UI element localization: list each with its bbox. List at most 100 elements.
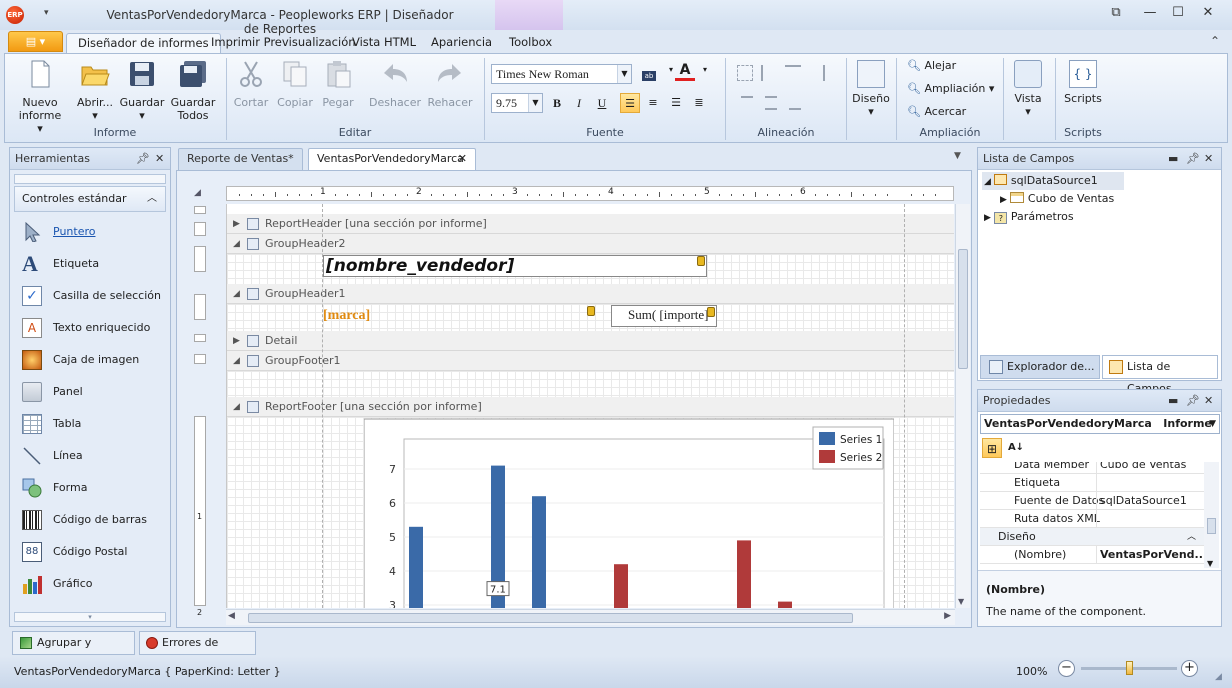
undo-button[interactable]: Deshacer [369,57,421,109]
cut-button[interactable]: Cortar [231,57,271,109]
prop-row-fuente-datos[interactable]: Fuente de Datos sqlDataSource1 [980,492,1204,510]
vista-button[interactable]: Vista ▾ [1008,57,1048,118]
tool-codigo-postal[interactable]: 88 Código Postal [10,536,170,568]
chevron-down-icon[interactable]: ▼ [617,65,631,83]
pin-icon[interactable]: 📌︎ [1186,394,1200,407]
align-right-button[interactable]: ☰ [666,93,686,113]
close-icon[interactable]: ✕ [1204,152,1213,165]
properties-scroll-thumb[interactable] [1207,518,1216,534]
tool-panel[interactable]: Panel [10,376,170,408]
tool-caja-imagen[interactable]: Caja de imagen [10,344,170,376]
expand-icon[interactable]: ▶ [233,331,240,351]
band-report-footer[interactable]: ◢ ReportFooter [una sección por informe] [227,397,954,417]
maximize-button[interactable]: ☐ [1166,5,1190,23]
horizontal-scroll-thumb[interactable] [248,613,853,623]
prop-row-nombre[interactable]: (Nombre) VentasPorVend... [980,546,1204,564]
scroll-down-icon[interactable]: ▼ [958,597,964,606]
chart-control[interactable]: 345675.37.16.24.9Series 1Series 2 [364,417,894,608]
zoom-plus-button[interactable]: + [1181,660,1198,677]
align-middles-icon[interactable] [765,96,777,110]
doc-tab-reporte-ventas[interactable]: Reporte de Ventas* [178,148,303,170]
align-to-grid-icon[interactable] [737,65,753,81]
file-menu-button[interactable]: ▤ ▾ [8,31,63,52]
new-report-button[interactable]: Nuevo informe ▾ [15,57,65,135]
tool-tabla[interactable]: Tabla [10,408,170,440]
save-button[interactable]: Guardar ▾ [119,57,165,122]
close-icon[interactable]: ✕ [1204,394,1213,407]
chevron-down-icon[interactable]: ▼ [1209,415,1216,433]
scroll-down-icon[interactable]: ▼ [1207,559,1213,568]
field-nombre-vendedor[interactable]: [nombre_vendedor] [323,255,707,277]
tool-linea[interactable]: Línea [10,440,170,472]
chart-bar[interactable] [614,564,628,608]
doc-tabs-dropdown-icon[interactable]: ▼ [954,151,961,161]
expand-icon[interactable]: ▶ [1000,195,1007,205]
chevron-up-icon[interactable]: ︿ [147,187,157,211]
redo-button[interactable]: Rehacer [425,57,475,109]
band-report-header[interactable]: ▶ ReportHeader [una sección por informe] [227,214,954,234]
minimize-button[interactable]: — [1138,5,1162,23]
float-icon[interactable]: ▬ [1168,394,1178,407]
zoom-slider-thumb[interactable] [1126,661,1133,675]
tab-agrupar-ordenar[interactable]: Agrupar y Ordenar [12,631,135,671]
properties-scrollbar[interactable]: ▼ [1204,462,1219,568]
italic-button[interactable]: I [569,93,589,113]
chart-bar[interactable] [778,601,792,608]
align-rights-icon[interactable] [809,65,825,81]
restore-layout-icon[interactable]: ⧉ [1104,5,1128,23]
align-tops-icon[interactable] [741,96,753,110]
tools-scroll-up[interactable] [14,174,166,184]
tool-puntero[interactable]: Puntero [10,216,170,248]
chevron-down-icon[interactable]: ▼ [528,94,542,112]
open-button[interactable]: Abrir... ▾ [73,57,117,122]
horizontal-scrollbar[interactable]: ◀ ▶ [226,609,955,625]
prop-row-etiqueta[interactable]: Etiqueta [980,474,1204,492]
tool-forma[interactable]: Forma [10,472,170,504]
tool-etiqueta[interactable]: A Etiqueta [10,248,170,280]
align-centers-icon[interactable] [785,65,801,81]
close-button[interactable]: ✕ [1196,5,1220,23]
underline-button[interactable]: U [592,93,612,113]
smart-tag-icon[interactable] [697,256,705,266]
tab-lista-campos[interactable]: Lista de Campos [1102,355,1218,395]
prop-category-diseno[interactable]: Diseño ︿ [980,528,1204,546]
align-lefts-icon[interactable] [761,65,777,81]
zoom-out-button[interactable]: 🔍︎ Alejar [907,57,956,75]
font-name-combo[interactable]: Times New Roman ▼ [491,64,632,84]
bold-button[interactable]: B [547,93,567,113]
justify-button[interactable]: ≣ [689,93,709,113]
scroll-right-icon[interactable]: ▶ [944,611,951,621]
save-all-button[interactable]: Guardar Todos [169,57,217,122]
float-icon[interactable]: ▬ [1168,152,1178,165]
tab-errores-scripts[interactable]: Errores de Scripts [139,631,256,671]
text-highlight-button[interactable]: ab [639,64,659,84]
ribbon-collapse-icon[interactable]: ⌃ [1210,34,1220,48]
font-size-combo[interactable]: 9.75 ▼ [491,93,543,113]
tab-vista-html[interactable]: Vista HTML [341,33,427,54]
align-center-button[interactable]: ≡ [643,93,663,113]
vertical-scroll-thumb[interactable] [958,249,968,369]
chevron-up-icon[interactable]: ︿ [1187,528,1196,546]
tree-node-parametros[interactable]: ▶ ? Parámetros [984,208,1074,226]
zoom-minus-button[interactable]: − [1058,660,1075,677]
expand-icon[interactable]: ▶ [233,214,240,234]
pin-icon[interactable]: 📌︎ [1186,152,1200,165]
field-marca[interactable]: [marca] [323,306,593,326]
tab-disenador-informes[interactable]: Diseñador de informes [66,33,221,54]
tab-explorador[interactable]: Explorador de... [980,355,1100,379]
collapse-icon[interactable]: ◢ [233,351,240,371]
diseno-button[interactable]: Diseño ▾ [849,57,893,118]
prop-row-data-member[interactable]: Data Member Cubo de Ventas [980,462,1204,474]
zoom-menu-button[interactable]: 🔍︎ Ampliación ▾ [907,80,994,98]
prop-row-ruta-xml[interactable]: Ruta datos XML [980,510,1204,528]
field-sum-importe[interactable]: Sum( [importe] [611,305,717,327]
band-group-footer1[interactable]: ◢ GroupFooter1 [227,351,954,371]
categorized-button[interactable]: ⊞ [982,438,1002,458]
tab-toolbox[interactable]: Toolbox [498,33,563,54]
zoom-in-button[interactable]: 🔍︎ Acercar [907,103,966,121]
alphabetical-sort-icon[interactable]: A↓ [1006,438,1026,458]
resize-grip-icon[interactable]: ◢ [1215,672,1222,682]
band-group-header1[interactable]: ◢ GroupHeader1 [227,284,954,304]
tool-texto-enriquecido[interactable]: A Texto enriquecido [10,312,170,344]
scroll-left-icon[interactable]: ◀ [228,611,235,621]
